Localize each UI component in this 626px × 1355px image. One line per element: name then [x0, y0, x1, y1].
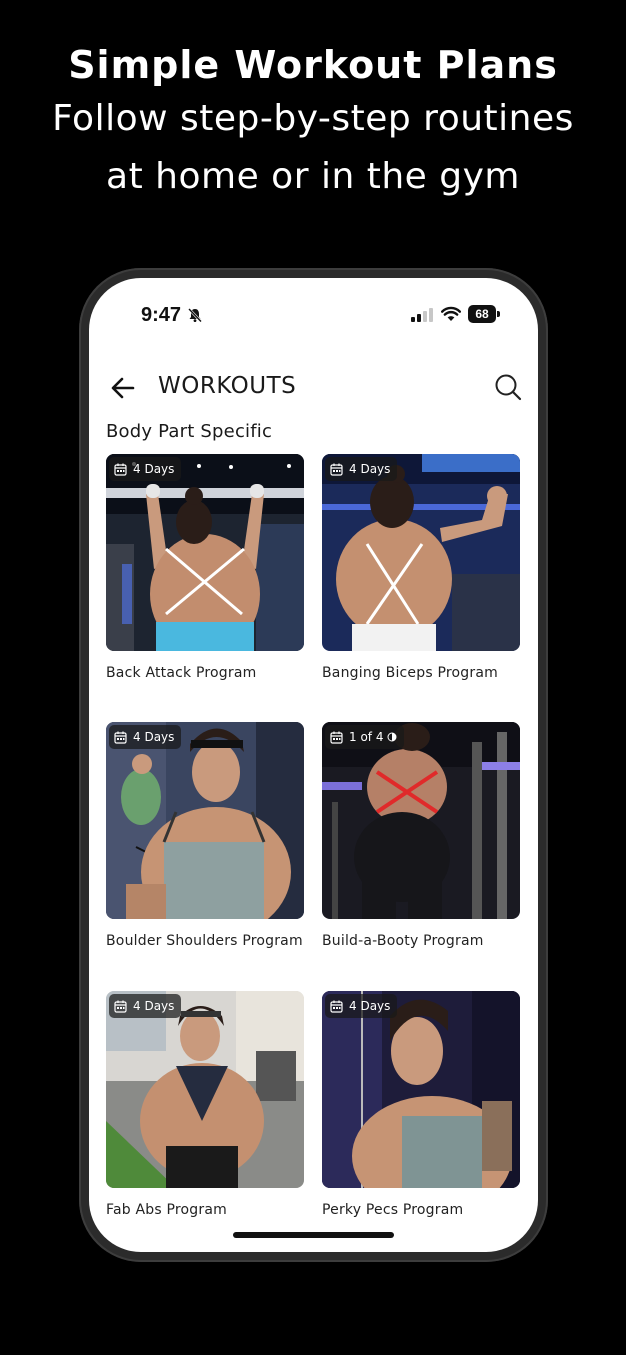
app-bar: WORKOUTS — [89, 364, 538, 414]
program-name: Build-a-Booty Program — [322, 933, 484, 949]
calendar-icon — [330, 731, 343, 744]
back-workout-photo — [106, 454, 304, 651]
program-image-back-attack: 4 Days — [106, 454, 304, 651]
duration-badge: 4 Days — [325, 457, 398, 481]
bell-muted-icon — [188, 308, 202, 323]
program-card-fab-abs[interactable]: 4 Days Fab Abs Program — [106, 991, 304, 1218]
calendar-icon — [114, 731, 127, 744]
chest-workout-photo — [322, 991, 520, 1188]
duration-badge: 4 Days — [109, 725, 182, 749]
duration-badge: 4 Days — [109, 457, 182, 481]
phone-frame: 9:47 68 WORKOUTS Body Part Specific 4 Da… — [79, 268, 548, 1262]
duration-text: 4 Days — [349, 462, 391, 476]
progress-text: 1 of 4 — [349, 730, 384, 744]
biceps-workout-photo — [322, 454, 520, 651]
status-bar: 9:47 68 — [89, 304, 538, 334]
battery-level: 68 — [468, 305, 496, 323]
program-card-build-a-booty[interactable]: 1 of 4 Build-a-Booty Program — [322, 722, 520, 949]
arrow-left-icon[interactable] — [109, 374, 137, 402]
calendar-icon — [114, 463, 127, 476]
program-name: Perky Pecs Program — [322, 1202, 464, 1218]
duration-text: 4 Days — [133, 462, 175, 476]
page-title: WORKOUTS — [158, 373, 297, 399]
calendar-icon — [114, 1000, 127, 1013]
program-name: Fab Abs Program — [106, 1202, 227, 1218]
program-card-boulder-shoulders[interactable]: 4 Days Boulder Shoulders Program — [106, 722, 304, 949]
duration-text: 4 Days — [349, 999, 391, 1013]
promo-subtitle-line-2: at home or in the gym — [106, 156, 520, 197]
promo-title: Simple Workout Plans — [68, 43, 558, 87]
program-card-perky-pecs[interactable]: 4 Days Perky Pecs Program — [322, 991, 520, 1218]
search-icon[interactable] — [494, 373, 522, 401]
shoulders-workout-photo — [106, 722, 304, 919]
program-card-back-attack[interactable]: 4 Days Back Attack Program — [106, 454, 304, 681]
progress-ring-icon — [387, 732, 397, 742]
phone-screen: 9:47 68 WORKOUTS Body Part Specific 4 Da… — [89, 278, 538, 1252]
promo-headline: Simple Workout Plans Follow step-by-step… — [0, 40, 626, 206]
duration-text: 4 Days — [133, 999, 175, 1013]
program-image-build-a-booty: 1 of 4 — [322, 722, 520, 919]
calendar-icon — [330, 1000, 343, 1013]
program-card-banging-biceps[interactable]: 4 Days Banging Biceps Program — [322, 454, 520, 681]
program-name: Boulder Shoulders Program — [106, 933, 303, 949]
program-image-banging-biceps: 4 Days — [322, 454, 520, 651]
abs-workout-photo — [106, 991, 304, 1188]
status-time: 9:47 — [141, 304, 182, 326]
wifi-icon — [441, 306, 461, 321]
glutes-workout-photo — [322, 722, 520, 919]
battery-icon: 68 — [468, 305, 500, 323]
program-image-perky-pecs: 4 Days — [322, 991, 520, 1188]
duration-badge: 4 Days — [109, 994, 182, 1018]
cellular-signal-icon — [411, 308, 433, 322]
program-image-boulder-shoulders: 4 Days — [106, 722, 304, 919]
section-title: Body Part Specific — [106, 421, 273, 442]
program-name: Banging Biceps Program — [322, 665, 498, 681]
duration-text: 4 Days — [133, 730, 175, 744]
progress-badge: 1 of 4 — [325, 725, 405, 749]
program-name: Back Attack Program — [106, 665, 257, 681]
promo-subtitle-line-1: Follow step-by-step routines — [52, 98, 574, 139]
duration-badge: 4 Days — [325, 994, 398, 1018]
calendar-icon — [330, 463, 343, 476]
home-indicator[interactable] — [233, 1232, 394, 1238]
program-image-fab-abs: 4 Days — [106, 991, 304, 1188]
